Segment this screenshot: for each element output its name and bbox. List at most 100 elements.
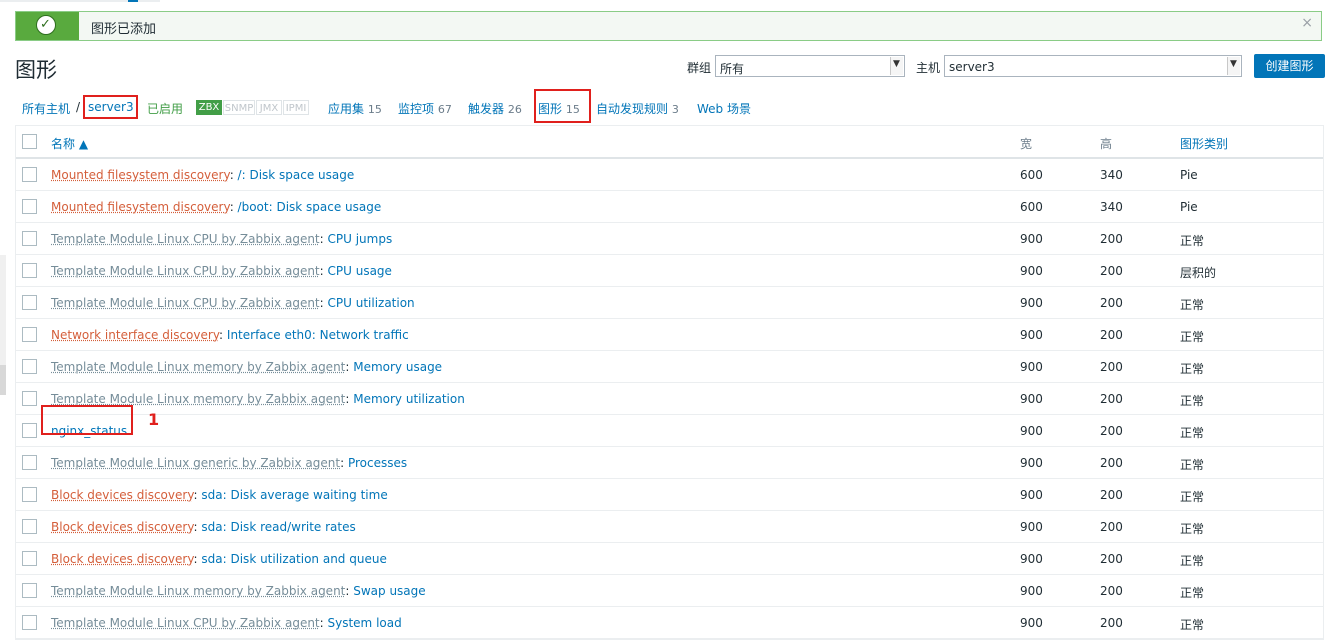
graph-parent-link[interactable]: Template Module Linux CPU by Zabbix agen… [51, 232, 320, 246]
graph-parent-link[interactable]: Template Module Linux CPU by Zabbix agen… [51, 264, 320, 278]
graph-name-link[interactable]: sda: Disk read/write rates [201, 520, 355, 534]
graph-name-link[interactable]: CPU jumps [328, 232, 393, 246]
chevron-down-icon[interactable]: ▼ [1227, 57, 1240, 75]
graph-parent-link[interactable]: Template Module Linux CPU by Zabbix agen… [51, 616, 320, 630]
graph-width-cell: 900 [1020, 424, 1043, 438]
row-checkbox[interactable] [22, 263, 37, 278]
group-label: 群组 [687, 61, 712, 75]
row-checkbox[interactable] [22, 455, 37, 470]
chevron-down-icon[interactable]: ▼ [890, 57, 903, 75]
graph-name-link[interactable]: Memory usage [353, 360, 442, 374]
table-row: Template Module Linux memory by Zabbix a… [16, 383, 1323, 415]
tab-triggers[interactable]: 触发器 26 [468, 100, 522, 117]
tab-count: 15 [565, 103, 580, 116]
graph-height-cell: 200 [1100, 392, 1123, 406]
row-checkbox[interactable] [22, 391, 37, 406]
tab-label: 触发器 [468, 102, 505, 116]
graph-name-cell: Block devices discovery: sda: Disk read/… [51, 520, 356, 534]
column-header-width: 宽 [1020, 137, 1033, 151]
tab-count: 3 [671, 103, 679, 116]
prefix-separator: : [319, 264, 328, 278]
graph-name-link[interactable]: System load [328, 616, 402, 630]
table-row: Template Module Linux generic by Zabbix … [16, 447, 1323, 479]
prefix-separator: : [319, 296, 328, 310]
graph-name-link[interactable]: Interface eth0: Network traffic [227, 328, 409, 342]
success-message: ✓ 图形已添加 × [15, 11, 1322, 41]
graph-type-cell: 层积的 [1180, 266, 1217, 280]
row-checkbox[interactable] [22, 519, 37, 534]
tab-graphs[interactable]: 图形 15 [538, 100, 580, 117]
graph-name-link[interactable]: Swap usage [353, 584, 425, 598]
close-icon[interactable]: × [1301, 15, 1313, 31]
graphs-table: 名称 ▲ 宽 高 图形类别 Mounted filesystem discove… [15, 125, 1324, 640]
row-checkbox[interactable] [22, 487, 37, 502]
graph-parent-link[interactable]: Template Module Linux memory by Zabbix a… [51, 584, 345, 598]
host-label: 主机 [916, 61, 941, 75]
row-checkbox[interactable] [22, 583, 37, 598]
row-checkbox[interactable] [22, 423, 37, 438]
breadcrumb-separator: / [76, 100, 81, 114]
host-select[interactable]: server3 ▼ [944, 55, 1242, 77]
graph-type-cell: 正常 [1180, 618, 1205, 632]
row-checkbox[interactable] [22, 551, 37, 566]
row-checkbox[interactable] [22, 295, 37, 310]
prefix-separator: : [229, 200, 238, 214]
graph-parent-link[interactable]: Template Module Linux generic by Zabbix … [51, 456, 340, 470]
page-title: 图形 [15, 58, 57, 82]
create-graph-button[interactable]: 创建图形 [1254, 54, 1325, 78]
check-icon: ✓ [36, 15, 56, 35]
graph-name-link[interactable]: sda: Disk utilization and queue [201, 552, 386, 566]
graph-parent-link[interactable]: Block devices discovery [51, 552, 194, 566]
host-status-enabled[interactable]: 已启用 [147, 100, 183, 117]
row-checkbox[interactable] [22, 615, 37, 630]
graph-width-cell: 900 [1020, 456, 1043, 470]
graph-parent-link[interactable]: Network interface discovery [51, 328, 219, 342]
row-checkbox[interactable] [22, 327, 37, 342]
graph-parent-link[interactable]: Template Module Linux memory by Zabbix a… [51, 392, 345, 406]
tab-count: 67 [437, 103, 452, 116]
graph-name-link[interactable]: /: Disk space usage [238, 168, 355, 182]
breadcrumb-all-hosts[interactable]: 所有主机 [22, 100, 70, 117]
row-checkbox[interactable] [22, 231, 37, 246]
graph-name-link[interactable]: Processes [348, 456, 407, 470]
graph-parent-link[interactable]: Mounted filesystem discovery [51, 200, 230, 214]
graph-name-cell: Block devices discovery: sda: Disk avera… [51, 488, 388, 502]
tab-discovery-rules[interactable]: 自动发现规则 3 [596, 100, 679, 117]
graph-parent-link[interactable]: Block devices discovery [51, 488, 194, 502]
graph-name-link[interactable]: sda: Disk average waiting time [201, 488, 387, 502]
graph-name-link[interactable]: CPU utilization [328, 296, 415, 310]
tab-items[interactable]: 监控项 67 [398, 100, 452, 117]
badge-ipmi: IPMI [283, 100, 309, 115]
row-checkbox[interactable] [22, 199, 37, 214]
graph-name-cell: Template Module Linux CPU by Zabbix agen… [51, 616, 402, 630]
graph-name-link[interactable]: Memory utilization [353, 392, 465, 406]
row-checkbox[interactable] [22, 359, 37, 374]
tab-label: 图形 [538, 102, 563, 116]
graph-name-link[interactable]: /boot: Disk space usage [238, 200, 382, 214]
graph-height-cell: 200 [1100, 264, 1123, 278]
graph-type-cell: 正常 [1180, 298, 1205, 312]
graph-parent-link[interactable]: Mounted filesystem discovery [51, 168, 230, 182]
column-header-type[interactable]: 图形类别 [1180, 135, 1228, 152]
graph-width-cell: 900 [1020, 296, 1043, 310]
tab-applications[interactable]: 应用集 15 [328, 100, 382, 117]
graph-height-cell: 200 [1100, 552, 1123, 566]
table-row: Template Module Linux memory by Zabbix a… [16, 351, 1323, 383]
graph-parent-link[interactable]: Template Module Linux CPU by Zabbix agen… [51, 296, 320, 310]
graph-parent-link[interactable]: Template Module Linux memory by Zabbix a… [51, 360, 345, 374]
highlight-box-new-graph [41, 405, 133, 435]
prefix-separator: : [229, 168, 238, 182]
group-select[interactable]: 所有 ▼ [715, 55, 905, 77]
select-all-checkbox[interactable] [22, 134, 37, 149]
graph-type-cell: 正常 [1180, 330, 1205, 344]
table-row: Network interface discovery: Interface e… [16, 319, 1323, 351]
graph-name-link[interactable]: CPU usage [328, 264, 392, 278]
column-header-name[interactable]: 名称 ▲ [51, 135, 88, 152]
breadcrumb-host[interactable]: server3 [88, 100, 134, 114]
graph-type-cell: 正常 [1180, 522, 1205, 536]
tab-web-scenarios[interactable]: Web 场景 [697, 100, 751, 117]
graph-name-cell: Template Module Linux CPU by Zabbix agen… [51, 296, 415, 310]
table-row: Mounted filesystem discovery: /boot: Dis… [16, 191, 1323, 223]
graph-parent-link[interactable]: Block devices discovery [51, 520, 194, 534]
row-checkbox[interactable] [22, 167, 37, 182]
